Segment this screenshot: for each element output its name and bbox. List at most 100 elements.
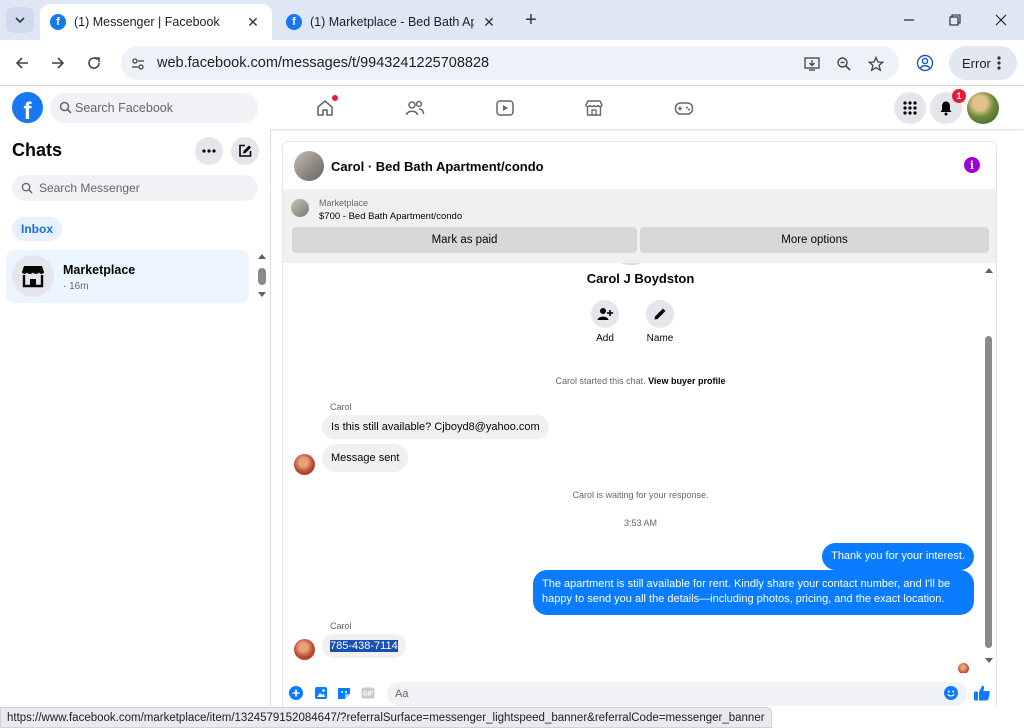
sender-name: Carol xyxy=(330,402,352,412)
listing-title[interactable]: $700 - Bed Bath Apartment/condo xyxy=(319,211,462,222)
back-button[interactable] xyxy=(9,50,35,76)
sidebar-scroll-thumb[interactable] xyxy=(258,268,266,285)
nav-gaming[interactable] xyxy=(673,97,695,119)
sticker-icon[interactable] xyxy=(337,686,351,700)
account-avatar[interactable] xyxy=(967,92,999,124)
sidebar-scrollbar[interactable] xyxy=(257,254,267,302)
install-app-icon[interactable] xyxy=(803,55,821,73)
address-bar[interactable]: web.facebook.com/messages/t/994324122570… xyxy=(121,46,899,80)
outgoing-message[interactable]: Thank you for your interest. xyxy=(822,543,974,570)
notification-dot xyxy=(332,95,338,101)
scroll-up-arrow-icon[interactable] xyxy=(258,254,266,259)
more-options-button[interactable]: More options xyxy=(640,227,989,253)
chat-list-item[interactable]: Marketplace · 16m xyxy=(6,250,249,303)
add-label: Add xyxy=(596,333,614,344)
forward-button[interactable] xyxy=(45,50,71,76)
view-buyer-profile-link[interactable]: View buyer profile xyxy=(648,376,725,386)
zoom-icon[interactable] xyxy=(835,55,853,73)
outgoing-message[interactable]: The apartment is still available for ren… xyxy=(533,570,974,615)
nav-home[interactable] xyxy=(314,95,338,119)
tab-title: (1) Marketplace - Bed Bath Apartment/con… xyxy=(310,15,474,29)
add-contact-action[interactable]: Add xyxy=(580,300,630,344)
inbox-filter-chip[interactable]: Inbox xyxy=(12,217,62,241)
new-message-button[interactable] xyxy=(231,137,259,165)
name-label: Name xyxy=(646,333,674,344)
message-thread: Carol J Boydston Add Name Carol started … xyxy=(282,263,997,673)
edit-name-action[interactable]: Name xyxy=(635,300,685,344)
gaming-icon xyxy=(674,102,694,115)
contact-avatar[interactable] xyxy=(294,151,324,181)
sender-name: Carol xyxy=(330,621,352,631)
plus-circle-icon[interactable] xyxy=(289,686,303,700)
info-icon[interactable]: i xyxy=(964,157,980,173)
notifications-button[interactable]: 1 xyxy=(930,89,966,124)
conversation-title[interactable]: Carol · Bed Bath Apartment/condo xyxy=(331,159,544,174)
close-tab-icon[interactable]: ✕ xyxy=(244,14,262,31)
like-thumb-icon[interactable] xyxy=(973,684,991,702)
tab-search-dropdown[interactable] xyxy=(6,7,34,33)
error-label: Error xyxy=(962,55,991,71)
nav-friends[interactable] xyxy=(404,97,426,119)
incoming-message[interactable]: Message sent xyxy=(322,444,409,472)
mark-as-paid-button[interactable]: Mark as paid xyxy=(292,227,637,253)
bookmark-star-icon[interactable] xyxy=(867,55,885,73)
more-horizontal-icon xyxy=(202,149,216,153)
chats-title: Chats xyxy=(12,140,63,160)
message-composer: GIF Aa xyxy=(282,673,997,707)
restore-button[interactable] xyxy=(932,0,978,40)
bell-icon xyxy=(940,101,952,116)
messenger-search-input[interactable]: Search Messenger xyxy=(12,175,258,201)
tab-title: (1) Messenger | Facebook xyxy=(74,15,220,29)
scroll-down-arrow-icon[interactable] xyxy=(985,658,993,663)
link-preview-status-bar: https://www.facebook.com/marketplace/ite… xyxy=(0,707,772,728)
profile-name: Carol J Boydston xyxy=(586,271,695,286)
search-icon xyxy=(59,101,72,114)
listing-thumbnail[interactable] xyxy=(291,199,309,217)
profile-button[interactable] xyxy=(912,50,938,76)
pencil-icon xyxy=(646,300,674,328)
search-placeholder: Search Facebook xyxy=(75,101,173,115)
close-tab-icon[interactable]: ✕ xyxy=(480,14,498,31)
message-timestamp: 3:53 AM xyxy=(623,518,658,528)
restore-icon xyxy=(949,14,961,26)
gif-icon[interactable]: GIF xyxy=(361,686,375,700)
tab-messenger[interactable]: f (1) Messenger | Facebook ✕ xyxy=(40,4,272,40)
menu-button[interactable] xyxy=(894,92,926,124)
video-icon xyxy=(496,100,514,116)
facebook-favicon-icon: f xyxy=(286,14,302,30)
facebook-header: f Search Facebook 1 xyxy=(0,87,1024,129)
new-tab-button[interactable]: + xyxy=(520,9,542,31)
selected-phone-number[interactable]: 785-438-7114 xyxy=(330,640,398,652)
message-placeholder: Aa xyxy=(395,688,409,700)
url-text: web.facebook.com/messages/t/994324122570… xyxy=(157,55,490,71)
incoming-message[interactable]: Is this still available? Cjboyd8@yahoo.c… xyxy=(322,415,549,439)
svg-text:GIF: GIF xyxy=(363,692,373,698)
photo-icon[interactable] xyxy=(314,686,328,700)
nav-video[interactable] xyxy=(494,97,516,119)
emoji-icon[interactable] xyxy=(944,686,958,700)
reload-button[interactable] xyxy=(81,50,107,76)
sender-avatar[interactable] xyxy=(294,454,315,475)
tab-marketplace[interactable]: f (1) Marketplace - Bed Bath Apartment/c… xyxy=(276,4,508,40)
sender-avatar[interactable] xyxy=(294,639,315,660)
browser-toolbar: web.facebook.com/messages/t/994324122570… xyxy=(0,40,1024,86)
chat-options-button[interactable] xyxy=(195,137,223,165)
facebook-search-input[interactable]: Search Facebook xyxy=(50,93,258,123)
browser-error-button[interactable]: Error xyxy=(949,46,1017,80)
arrow-right-icon xyxy=(52,57,65,69)
thread-scroll-thumb[interactable] xyxy=(985,336,992,648)
marketplace-icon xyxy=(585,100,603,116)
scroll-down-arrow-icon[interactable] xyxy=(258,292,266,297)
minimize-button[interactable] xyxy=(886,0,932,40)
message-input[interactable]: Aa xyxy=(387,682,967,706)
conversation-header: Carol · Bed Bath Apartment/condo i xyxy=(282,141,997,189)
marketplace-avatar xyxy=(12,255,54,297)
kebab-menu-icon xyxy=(997,56,1001,70)
scroll-up-arrow-icon[interactable] xyxy=(985,268,993,273)
close-window-button[interactable] xyxy=(978,0,1024,40)
site-settings-icon[interactable] xyxy=(129,55,147,73)
incoming-message[interactable]: 785-438-7114 xyxy=(322,634,406,658)
friends-icon xyxy=(405,100,425,116)
facebook-logo[interactable]: f xyxy=(12,92,43,123)
nav-marketplace[interactable] xyxy=(583,97,605,119)
